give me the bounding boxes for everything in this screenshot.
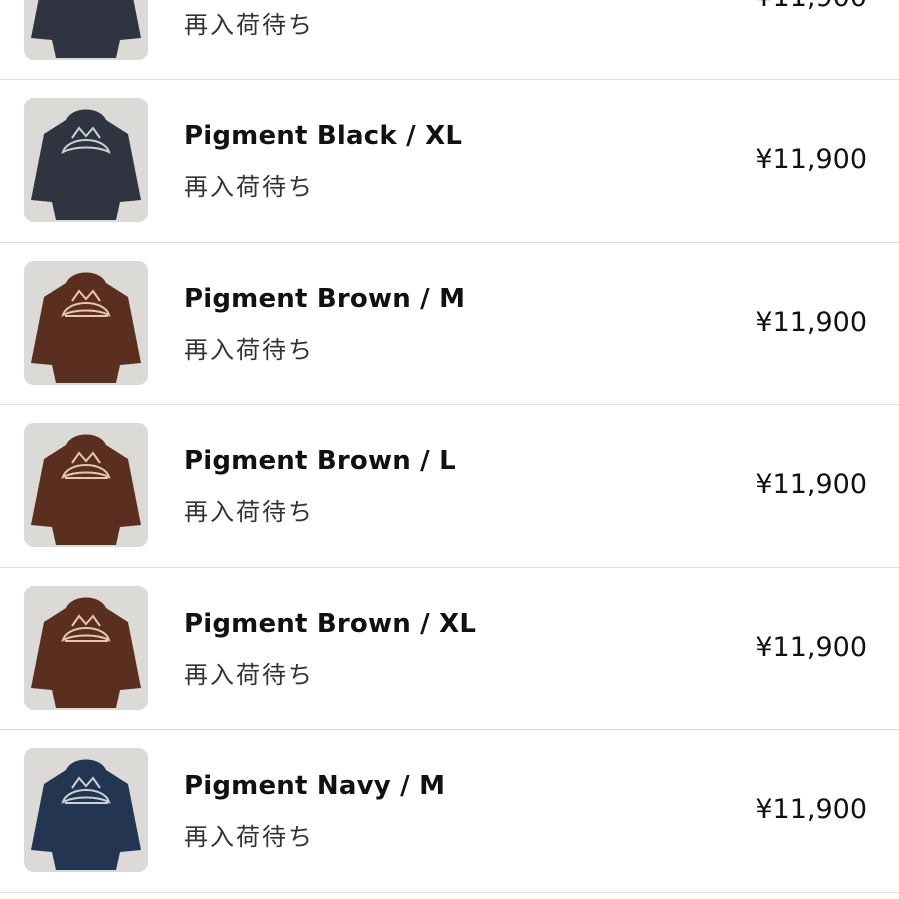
product-price: ¥11,900: [755, 0, 867, 13]
restock-status: 再入荷待ち: [184, 823, 314, 851]
restock-status: 再入荷待ち: [184, 173, 314, 201]
product-title[interactable]: Pigment Brown / M: [184, 284, 465, 314]
product-title[interactable]: Pigment Brown / L: [184, 446, 456, 476]
product-price: ¥11,900: [755, 794, 867, 825]
product-row[interactable]: Pigment Black / XL 再入荷待ち ¥11,900: [0, 80, 899, 243]
product-price: ¥11,900: [755, 306, 867, 338]
hoodie-image[interactable]: [24, 0, 148, 60]
bottom-spacer: [0, 893, 899, 899]
hoodie-image[interactable]: [24, 423, 148, 547]
product-row[interactable]: Pigment Brown / L 再入荷待ち ¥11,900: [0, 405, 899, 568]
product-title[interactable]: Pigment Brown / XL: [184, 609, 476, 639]
product-row[interactable]: 再入荷待ち ¥11,900: [0, 0, 899, 80]
product-row[interactable]: Pigment Navy / M 再入荷待ち ¥11,900: [0, 730, 899, 893]
hoodie-image[interactable]: [24, 260, 148, 385]
product-row[interactable]: Pigment Brown / M 再入荷待ち ¥11,900: [0, 243, 899, 405]
restock-status: 再入荷待ち: [184, 660, 314, 689]
restock-status: 再入荷待ち: [184, 335, 314, 364]
product-list: 再入荷待ち ¥11,900 Pigment Black / XL 再入荷待ち ¥…: [0, 0, 899, 899]
restock-status: 再入荷待ち: [184, 11, 314, 39]
hoodie-image[interactable]: [24, 585, 148, 710]
product-price: ¥11,900: [755, 144, 867, 175]
hoodie-image[interactable]: [24, 98, 148, 222]
product-title[interactable]: Pigment Black / XL: [184, 121, 462, 151]
product-title[interactable]: Pigment Navy / M: [184, 771, 445, 801]
product-price: ¥11,900: [755, 469, 867, 500]
product-row[interactable]: Pigment Brown / XL 再入荷待ち ¥11,900: [0, 568, 899, 730]
hoodie-image[interactable]: [24, 748, 148, 872]
restock-status: 再入荷待ち: [184, 498, 314, 526]
product-price: ¥11,900: [755, 631, 867, 663]
